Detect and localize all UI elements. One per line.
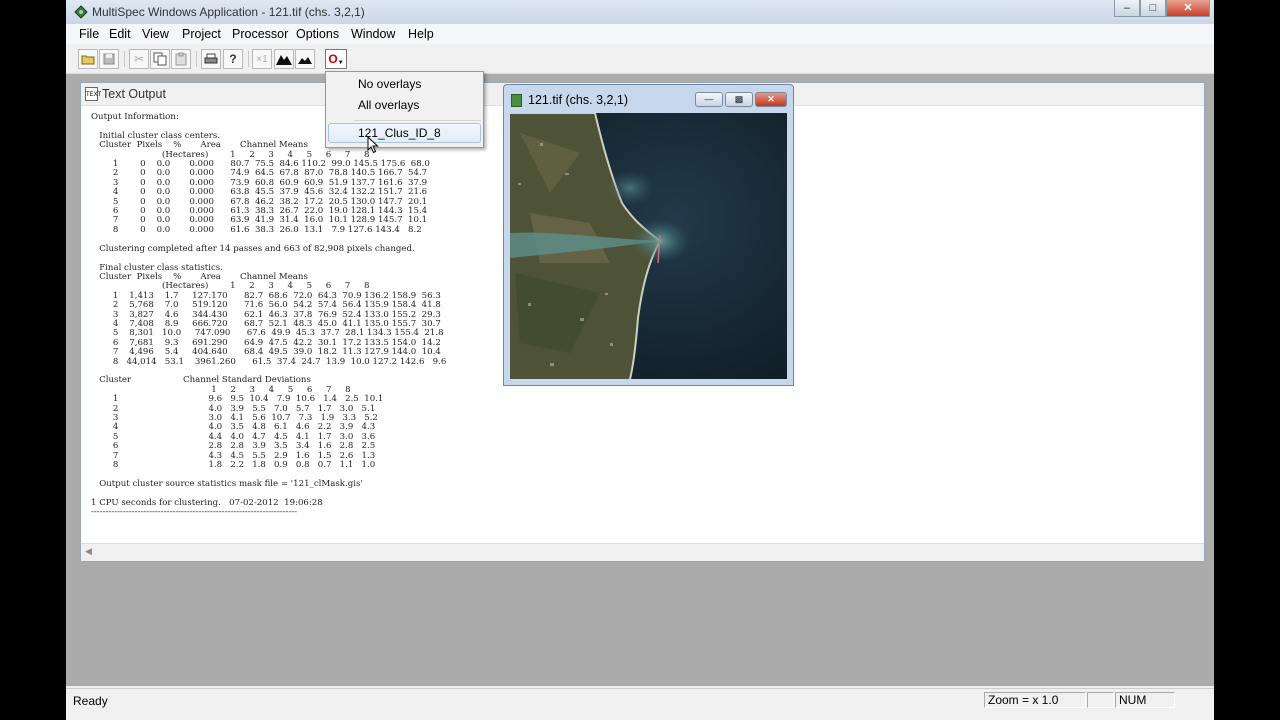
status-text: Ready	[73, 694, 108, 708]
close-icon: ✕	[1183, 2, 1193, 14]
paste-button[interactable]	[171, 49, 191, 69]
image-window-title: 121.tif (chs. 3,2,1)	[528, 93, 629, 107]
satellite-coastline-image	[510, 113, 787, 379]
status-panel-empty	[1087, 692, 1114, 708]
cut-button[interactable]: ✂	[129, 49, 149, 69]
save-disk-icon	[103, 53, 115, 65]
restore-icon: ▩	[734, 94, 744, 104]
image-window: 121.tif (chs. 3,2,1) — ▩ ✕	[503, 84, 794, 386]
dropdown-arrow-icon: ▼	[337, 60, 344, 66]
zoom-in-button[interactable]	[274, 49, 294, 69]
overlay-icon: O	[328, 52, 338, 66]
close-icon: ✕	[767, 94, 775, 104]
mountain-small-icon	[298, 57, 312, 64]
menu-view[interactable]: View	[142, 27, 169, 41]
menu-project[interactable]: Project	[182, 27, 221, 41]
window-title: MultiSpec Windows Application - 121.tif …	[92, 5, 365, 19]
copy-button[interactable]	[150, 49, 170, 69]
toolbar-separator	[248, 51, 249, 67]
restore-button[interactable]: □	[1140, 0, 1166, 17]
horizontal-scrollbar[interactable]: ◀	[81, 543, 1204, 561]
print-button[interactable]	[201, 49, 221, 69]
image-file-icon	[511, 94, 522, 107]
copy-icon	[153, 52, 167, 66]
toolbar: ✂ ? ×1 O ▼	[66, 45, 1214, 74]
menu-item-all-overlays[interactable]: All overlays	[358, 98, 419, 112]
overlay-button[interactable]: O ▼	[325, 49, 347, 69]
open-button[interactable]	[78, 49, 98, 69]
menu-bar: File Edit View Project Processor Options…	[66, 24, 1214, 44]
satellite-image[interactable]	[510, 113, 787, 379]
printer-icon	[204, 53, 218, 64]
paste-clipboard-icon	[175, 52, 187, 66]
scroll-left-arrow-icon[interactable]: ◀	[85, 546, 92, 557]
toolbar-separator	[124, 51, 125, 67]
menu-processor[interactable]: Processor	[232, 27, 288, 41]
image-restore-button[interactable]: ▩	[725, 92, 753, 107]
num-lock-indicator: NUM	[1115, 692, 1175, 708]
open-folder-icon	[81, 55, 95, 65]
menu-item-no-overlays[interactable]: No overlays	[358, 77, 421, 91]
multispec-app-icon	[74, 5, 88, 19]
minimize-button[interactable]: –	[1114, 0, 1140, 17]
question-mark-icon: ?	[229, 52, 237, 66]
status-bar: Ready Zoom = x 1.0 NUM	[66, 688, 1214, 711]
mountain-large-icon	[276, 55, 292, 65]
mouse-cursor-icon	[367, 136, 379, 154]
clear-button[interactable]: ×1	[252, 49, 272, 69]
menu-edit[interactable]: Edit	[109, 27, 131, 41]
save-button[interactable]	[99, 49, 119, 69]
image-window-controls: — ▩ ✕	[695, 92, 787, 107]
scissors-icon: ✂	[133, 52, 145, 66]
text-document-icon: TEXT	[85, 87, 101, 101]
restore-icon: □	[1149, 2, 1157, 14]
zoom-out-button[interactable]	[295, 49, 315, 69]
x1-icon: ×1	[256, 53, 268, 65]
text-output-title: Text Output	[102, 87, 166, 101]
window-controls: – □ ✕	[1114, 0, 1210, 18]
overlay-dropdown-menu: No overlays All overlays 121_Clus_ID_8	[325, 71, 484, 148]
menu-separator	[354, 120, 481, 121]
image-minimize-button[interactable]: —	[695, 92, 723, 107]
toolbar-separator	[196, 51, 197, 67]
menu-window[interactable]: Window	[351, 27, 395, 41]
minimize-icon: –	[1123, 2, 1131, 14]
text-output-content[interactable]: Output Information: Initial cluster clas…	[91, 112, 446, 517]
menu-help[interactable]: Help	[408, 27, 434, 41]
zoom-indicator: Zoom = x 1.0	[984, 692, 1086, 708]
minimize-icon: —	[704, 94, 714, 104]
help-button[interactable]: ?	[223, 49, 243, 69]
application-window: MultiSpec Windows Application - 121.tif …	[66, 0, 1214, 720]
close-button[interactable]: ✕	[1166, 0, 1210, 17]
title-bar: MultiSpec Windows Application - 121.tif …	[66, 0, 1214, 25]
menu-file[interactable]: File	[79, 27, 99, 41]
menu-options[interactable]: Options	[296, 27, 339, 41]
image-close-button[interactable]: ✕	[755, 92, 787, 107]
